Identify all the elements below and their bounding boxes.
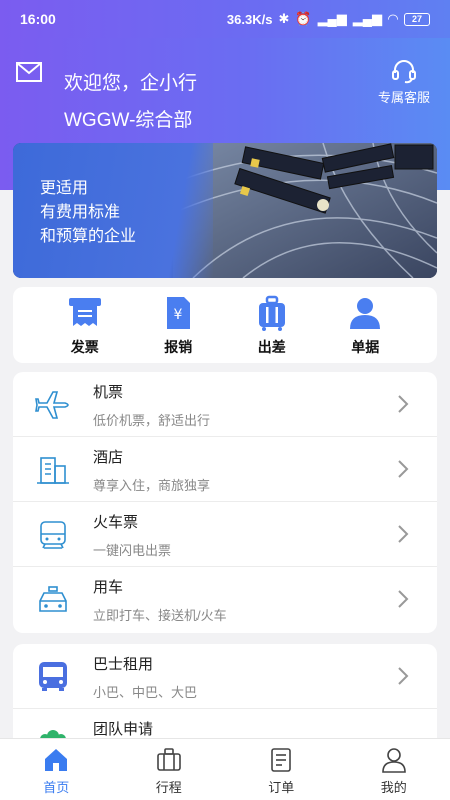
tab-mine[interactable]: 我的 [338,739,450,800]
service-train[interactable]: 火车票 一键闪电出票 [13,502,437,567]
alarm-icon: ⏰ [295,11,312,26]
plane-icon [35,391,69,419]
chevron-right-icon [398,525,409,543]
luggage-icon [258,295,285,331]
service-hotel[interactable]: 酒店 尊享入住，商旅独享 [13,437,437,502]
train-icon [40,521,66,549]
service-flight[interactable]: 机票 低价机票，舒适出行 [13,372,437,437]
service-list: 机票 低价机票，舒适出行 酒店 尊享入住，商旅独享 火车票 一键闪电出票 用车 … [13,372,437,633]
customer-service-button[interactable]: 专属客服 [378,58,430,106]
suitcase-icon [156,748,181,771]
quick-invoice[interactable]: 发票 [50,287,120,363]
chevron-right-icon [398,395,409,413]
promo-banner[interactable]: 更适用 有费用标准 和预算的企业 [13,143,437,278]
network-speed: 36.3K/s [226,11,273,27]
chevron-right-icon [398,590,409,608]
mail-icon[interactable] [16,62,42,82]
status-time: 16:00 [20,11,56,27]
service-car[interactable]: 用车 立即打车、接送机/火车 [13,567,437,632]
person-icon [350,298,381,329]
order-icon [271,748,292,772]
svg-text:¥: ¥ [174,307,183,323]
bus-icon [39,662,67,691]
profile-icon [381,748,406,773]
wifi-icon: ◠ [388,11,398,26]
tab-itinerary[interactable]: 行程 [113,739,226,800]
quick-business-trip[interactable]: 出差 [237,287,307,363]
signal-icon-2: ▂▄▆ [352,11,382,26]
home-icon [45,749,68,771]
customer-service-label: 专属客服 [377,90,430,105]
department-name: WGGW-综合部 [64,110,193,131]
status-bar: 16:00 36.3K/s ✱ ⏰ ▂▄▆ ▂▄▆ ◠ 27 [0,0,450,38]
service-bus[interactable]: 巴士租用 小巴、中巴、大巴 [13,644,437,709]
hotel-icon [37,457,69,484]
banner-slogan: 更适用 有费用标准 和预算的企业 [40,180,137,245]
chevron-right-icon [398,667,409,685]
chevron-right-icon [398,460,409,478]
reimburse-icon: ¥ [167,297,191,329]
taxi-icon [39,586,67,612]
invoice-icon [68,298,101,326]
signal-icon: ▂▄▆ [317,11,347,26]
welcome-text: 欢迎您，企小行 [64,73,198,94]
quick-documents[interactable]: 单据 [330,287,400,363]
bottom-tab-bar: 首页 行程 订单 我的 [0,738,450,800]
tab-home[interactable]: 首页 [0,739,113,800]
quick-reimburse[interactable]: ¥ 报销 [143,287,213,363]
bluetooth-icon: ✱ [278,11,290,26]
quick-actions: 发票 ¥ 报销 出差 单据 [13,287,437,363]
tab-orders[interactable]: 订单 [225,739,338,800]
headset-icon [391,60,416,84]
battery-icon: 27 [404,12,430,26]
